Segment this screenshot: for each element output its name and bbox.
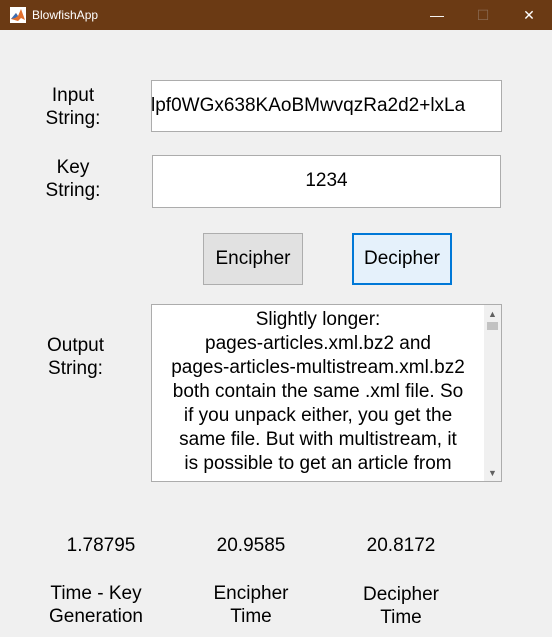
key-string-field[interactable]: 1234: [152, 155, 501, 208]
input-string-value: lpf0WGx638KAoBMwvqzRa2d2+lxLa: [151, 95, 466, 116]
matlab-icon: [10, 7, 26, 23]
minimize-button[interactable]: —: [414, 0, 460, 30]
chevron-down-icon[interactable]: ▼: [484, 464, 501, 481]
window-title: BlowfishApp: [32, 8, 99, 22]
decipher-button[interactable]: Decipher: [352, 233, 452, 285]
output-scrollbar[interactable]: ▲ ▼: [484, 305, 501, 481]
key-generation-time-value: 1.78795: [66, 535, 136, 556]
input-string-field[interactable]: lpf0WGx638KAoBMwvqzRa2d2+lxLa: [151, 80, 502, 132]
encipher-time-label: Encipher Time: [213, 583, 289, 627]
key-string-label: Key String:: [45, 157, 101, 201]
output-string-textarea[interactable]: Slightly longer: pages-articles.xml.bz2 …: [151, 304, 502, 482]
input-string-label: Input String:: [45, 85, 101, 129]
maximize-button[interactable]: ☐: [460, 0, 506, 30]
key-generation-time-label: Time - Key Generation: [48, 583, 143, 627]
key-string-value: 1234: [305, 170, 348, 191]
scrollbar-thumb[interactable]: [487, 322, 498, 330]
output-string-text: Slightly longer: pages-articles.xml.bz2 …: [171, 309, 465, 474]
app-window: BlowfishApp — ☐ ✕ Input String: lpf0WGx6…: [0, 0, 552, 637]
title-bar[interactable]: BlowfishApp — ☐ ✕: [0, 0, 552, 30]
chevron-up-icon[interactable]: ▲: [484, 305, 501, 322]
output-string-label: Output String:: [46, 335, 105, 379]
decipher-time-value: 20.8172: [366, 535, 436, 556]
client-area: Input String: lpf0WGx638KAoBMwvqzRa2d2+l…: [3, 30, 549, 637]
encipher-button[interactable]: Encipher: [203, 233, 303, 285]
close-button[interactable]: ✕: [506, 0, 552, 30]
decipher-time-label: Decipher Time: [362, 584, 440, 628]
encipher-time-value: 20.9585: [216, 535, 286, 556]
